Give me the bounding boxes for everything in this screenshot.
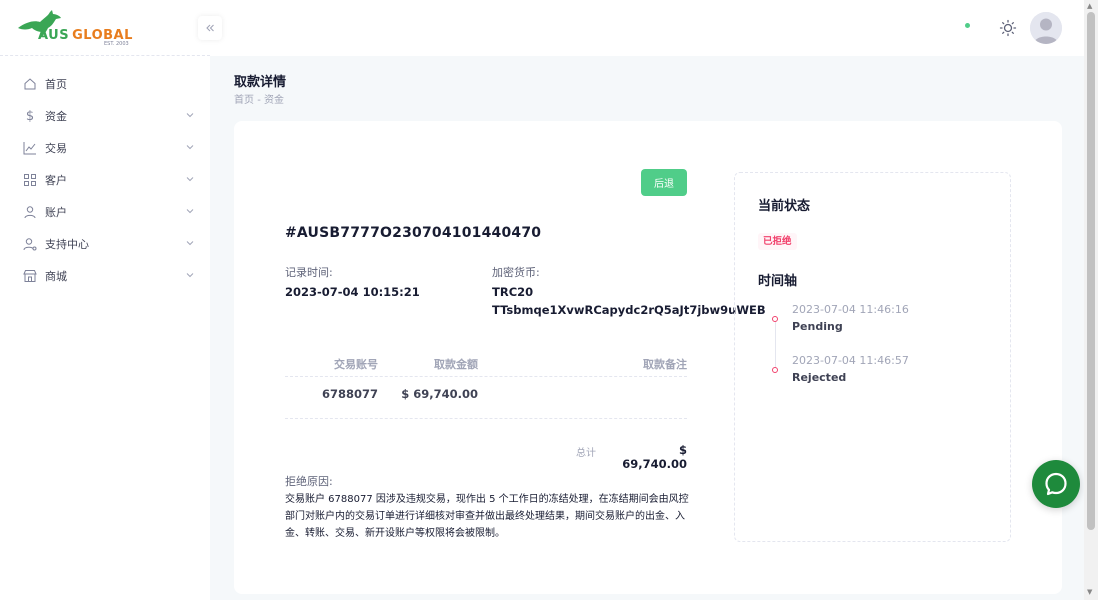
timeline-time: 2023-07-04 11:46:57 — [792, 354, 909, 367]
chevron-down-icon — [186, 241, 194, 246]
breadcrumb: 首页 - 资金 — [234, 91, 284, 106]
col-header-note: 取款备注 — [643, 358, 687, 371]
scroll-up-arrow-icon[interactable]: ▲ — [1087, 2, 1092, 10]
sidebar-item-home[interactable]: 首页 — [0, 68, 210, 100]
crypto-network: TRC20 — [492, 285, 534, 299]
col-header-amount: 取款金额 — [434, 358, 478, 371]
chevron-down-icon — [186, 273, 194, 278]
store-icon — [22, 268, 38, 284]
reject-reason-text: 交易账户 6788077 因涉及违规交易，现作出 5 个工作日的冻结处理，在冻结… — [285, 494, 689, 539]
sun-icon[interactable] — [999, 19, 1017, 37]
live-chat-button[interactable] — [1032, 460, 1080, 508]
sidebar-item-account[interactable]: 账户 — [0, 196, 210, 228]
cell-amount: $ 69,740.00 — [401, 387, 478, 401]
status-panel: 当前状态 已拒绝 时间轴 2023-07-04 11:46:16 Pending… — [734, 172, 1011, 542]
total-value: $ 69,740.00 — [622, 443, 687, 471]
user-icon — [22, 204, 38, 220]
double-chevron-left-icon — [206, 24, 214, 32]
current-status-title: 当前状态 — [758, 199, 811, 214]
breadcrumb-separator: - — [257, 95, 264, 106]
status-badge: 已拒绝 — [758, 233, 797, 250]
chart-line-icon — [22, 140, 38, 156]
crypto-address: TTsbmqe1XvwRCapydc2rQ5aJt7jbw9uWEB — [492, 303, 766, 317]
timeline-status: Pending — [792, 320, 843, 333]
top-header — [198, 0, 1084, 56]
page-title: 取款详情 — [234, 75, 287, 90]
grid-icon — [22, 172, 38, 188]
chat-bubble-icon — [1045, 472, 1067, 496]
user-avatar[interactable] — [1030, 12, 1062, 44]
timeline-line — [775, 316, 776, 368]
sidebar-item-trading[interactable]: 交易 — [0, 132, 210, 164]
sidebar-item-support[interactable]: 支持中心 — [0, 228, 210, 260]
timeline-dot — [772, 367, 778, 373]
logo[interactable]: AUS GLOBAL EST. 2003 — [0, 0, 210, 56]
sidebar-item-label: 商城 — [45, 270, 67, 283]
sidebar-item-label: 交易 — [45, 142, 67, 155]
page-scrollbar[interactable]: ▲ ▼ — [1084, 0, 1098, 600]
sidebar-item-clients[interactable]: 客户 — [0, 164, 210, 196]
online-status-dot — [965, 23, 970, 28]
chevron-down-icon — [186, 113, 194, 118]
logo-est: EST. 2003 — [104, 41, 129, 47]
avatar-placeholder-icon — [1030, 12, 1062, 44]
support-icon — [22, 236, 38, 252]
order-id: #AUSB7777O230704101440470 — [285, 225, 542, 241]
crypto-label: 加密货币: — [492, 266, 540, 279]
breadcrumb-item-home[interactable]: 首页 — [234, 95, 254, 106]
record-time-label: 记录时间: — [285, 266, 333, 279]
col-header-account: 交易账号 — [334, 358, 378, 371]
sidebar-item-label: 支持中心 — [45, 238, 89, 251]
total-label: 总计 — [576, 448, 596, 459]
sidebar-item-funds[interactable]: $ 资金 — [0, 100, 210, 132]
sidebar-item-label: 资金 — [45, 110, 67, 123]
chevron-down-icon — [186, 145, 194, 150]
divider — [285, 376, 687, 377]
sidebar-collapse-button[interactable] — [198, 16, 222, 40]
logo-text-aus: AUS — [38, 28, 70, 43]
chevron-down-icon — [186, 177, 194, 182]
dollar-icon: $ — [25, 108, 35, 124]
back-button[interactable]: 后退 — [641, 169, 687, 196]
record-time-value: 2023-07-04 10:15:21 — [285, 285, 420, 299]
withdrawal-detail-card: 后退 #AUSB7777O230704101440470 记录时间: 2023-… — [234, 121, 1062, 594]
timeline-dot — [772, 316, 778, 322]
reject-reason-label: 拒绝原因: — [285, 475, 333, 488]
timeline-time: 2023-07-04 11:46:16 — [792, 303, 909, 316]
sidebar-item-label: 客户 — [45, 174, 67, 187]
divider — [285, 418, 687, 419]
timeline-title: 时间轴 — [758, 274, 798, 289]
sidebar-item-label: 首页 — [45, 78, 67, 91]
cell-account: 6788077 — [321, 387, 378, 401]
scrollbar-thumb[interactable] — [1087, 12, 1095, 530]
timeline-status: Rejected — [792, 371, 847, 384]
sidebar-item-store[interactable]: 商城 — [0, 260, 210, 292]
chevron-down-icon — [186, 209, 194, 214]
breadcrumb-item-funds[interactable]: 资金 — [264, 95, 284, 106]
scroll-down-arrow-icon[interactable]: ▼ — [1087, 588, 1092, 596]
home-icon — [22, 76, 38, 92]
sidebar-nav: 首页 $ 资金 交易 客户 账户 支持中心 商城 — [0, 68, 210, 292]
sidebar-item-label: 账户 — [45, 206, 67, 219]
sidebar: AUS GLOBAL EST. 2003 首页 $ 资金 交易 客户 账户 支持… — [0, 0, 210, 600]
